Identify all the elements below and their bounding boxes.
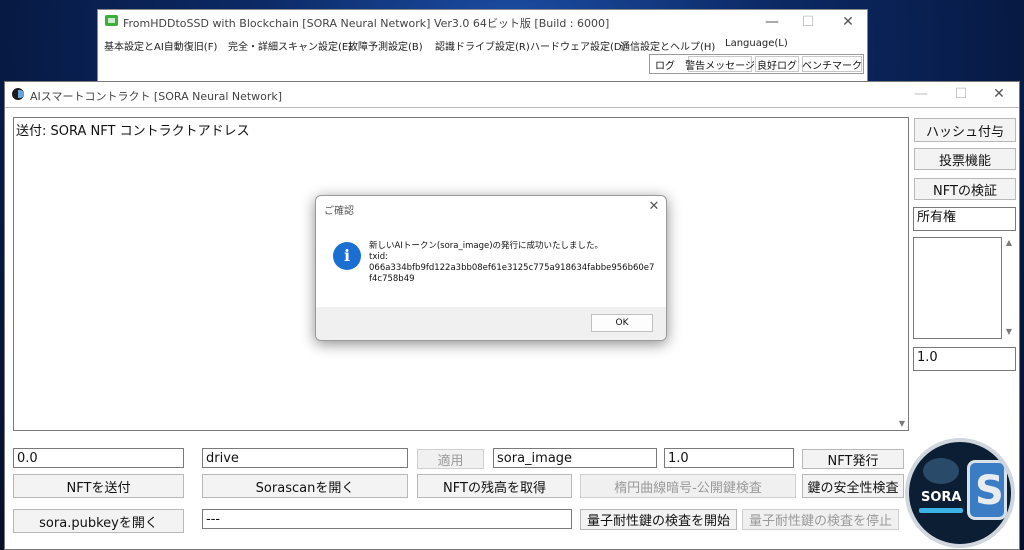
voting-button[interactable]: 投票機能 <box>914 148 1016 170</box>
menu-drive-settings[interactable]: 認識ドライブ設定(R) <box>435 38 530 53</box>
right-value-field[interactable]: 1.0 <box>913 347 1016 371</box>
sora-logo-text: SORA <box>921 490 962 505</box>
tab-good-log[interactable]: 良好ログ <box>755 56 799 72</box>
ownership-list[interactable] <box>913 237 1002 339</box>
send-nft-button[interactable]: NFTを送付 <box>13 474 184 498</box>
app-icon <box>105 15 118 26</box>
dialog-txid-line2: f4c758b49 <box>369 274 415 284</box>
menu-communication-help[interactable]: 通信設定とヘルプ(H) <box>620 38 715 53</box>
tab-benchmark[interactable]: ベンチマーク <box>802 56 862 72</box>
nft-issue-button[interactable]: NFT発行 <box>802 449 904 469</box>
dialog-footer: OK <box>316 307 666 340</box>
minimize-icon[interactable]: — <box>762 12 782 32</box>
info-icon: i <box>333 242 361 270</box>
dialog-message-line1: 新しいAIトークン(sora_image)の発行に成功いたしました。 <box>369 241 604 251</box>
contract-text: 送付: SORA NFT コントラクトアドレス <box>16 124 250 139</box>
dialog-close-icon[interactable]: ✕ <box>644 197 664 217</box>
amount-field[interactable]: 0.0 <box>13 448 184 468</box>
open-pubkey-button[interactable]: sora.pubkeyを開く <box>13 509 184 533</box>
apply-button[interactable]: 適用 <box>417 449 484 469</box>
stop-quantum-check-button[interactable]: 量子耐性鍵の検査を停止 <box>742 509 899 530</box>
back-window: FromHDDtoSSD with Blockchain [SORA Neura… <box>97 9 868 89</box>
tab-log[interactable]: ログ <box>652 56 678 72</box>
get-nft-balance-button[interactable]: NFTの残高を取得 <box>417 474 572 498</box>
ownership-label: 所有権 <box>913 207 1016 231</box>
dialog-message: 新しいAIトークン(sora_image)の発行に成功いたしました。 txid:… <box>369 241 654 285</box>
open-sorascan-button[interactable]: Sorascanを開く <box>202 474 408 498</box>
minimize-icon[interactable]: — <box>911 84 931 104</box>
start-quantum-check-button[interactable]: 量子耐性鍵の検査を開始 <box>580 509 737 530</box>
title-divider <box>5 107 1019 108</box>
menu-scan-settings[interactable]: 完全・詳細スキャン設定(E) <box>228 38 352 53</box>
main-window-title: AIスマートコントラクト [SORA Neural Network] <box>30 90 283 103</box>
menu-basic-settings[interactable]: 基本設定とAI自動復旧(F) <box>104 38 217 53</box>
ecc-pubkey-check-button[interactable]: 楕円曲線暗号-公開鍵検査 <box>580 474 796 498</box>
menu-bar: 基本設定とAI自動復旧(F) 完全・詳細スキャン設定(E) 故障予測設定(B) … <box>104 38 864 53</box>
scroll-down-arrow-icon[interactable]: ▼ <box>897 419 907 428</box>
token-name-field[interactable]: sora_image <box>493 448 657 468</box>
list-scroll-up-icon[interactable]: ▲ <box>1004 238 1014 247</box>
dialog-txid-line1: 066a334bfb9fd122a3bb08ef61e3125c775a9186… <box>369 263 655 273</box>
sora-logo: S SORA <box>905 438 1015 548</box>
log-tabs: ログ 警告メッセージ 良好ログ ベンチマーク <box>649 54 864 74</box>
dialog-title: ご確認 <box>324 206 354 217</box>
back-window-title: FromHDDtoSSD with Blockchain [SORA Neura… <box>123 17 610 30</box>
close-icon[interactable]: ✕ <box>989 84 1009 104</box>
menu-language[interactable]: Language(L) <box>725 38 788 49</box>
maximize-icon[interactable]: ☐ <box>951 84 971 104</box>
confirm-dialog: ご確認 ✕ i 新しいAIトークン(sora_image)の発行に成功いたしまし… <box>315 195 667 341</box>
info-glyph: i <box>343 246 351 265</box>
close-icon[interactable]: ✕ <box>838 12 858 32</box>
add-hash-button[interactable]: ハッシュ付与 <box>914 118 1016 142</box>
menu-hardware-settings[interactable]: ハードウェア設定(D) <box>530 38 626 53</box>
tab-warning-messages[interactable]: 警告メッセージ <box>685 56 755 72</box>
token-amount-field[interactable]: 1.0 <box>664 448 794 468</box>
key-safety-check-button[interactable]: 鍵の安全性検査 <box>802 474 904 498</box>
main-window-icon <box>12 88 24 100</box>
verify-nft-button[interactable]: NFTの検証 <box>914 178 1016 200</box>
dialog-txid-label: txid: <box>369 252 388 262</box>
maximize-icon[interactable]: ☐ <box>798 12 818 32</box>
ok-button[interactable]: OK <box>591 314 653 332</box>
list-scroll-down-icon[interactable]: ▼ <box>1004 327 1014 336</box>
drive-field[interactable]: drive <box>202 448 408 468</box>
status-field[interactable]: --- <box>202 509 572 529</box>
menu-failure-prediction[interactable]: 故障予測設定(B) <box>348 38 423 53</box>
